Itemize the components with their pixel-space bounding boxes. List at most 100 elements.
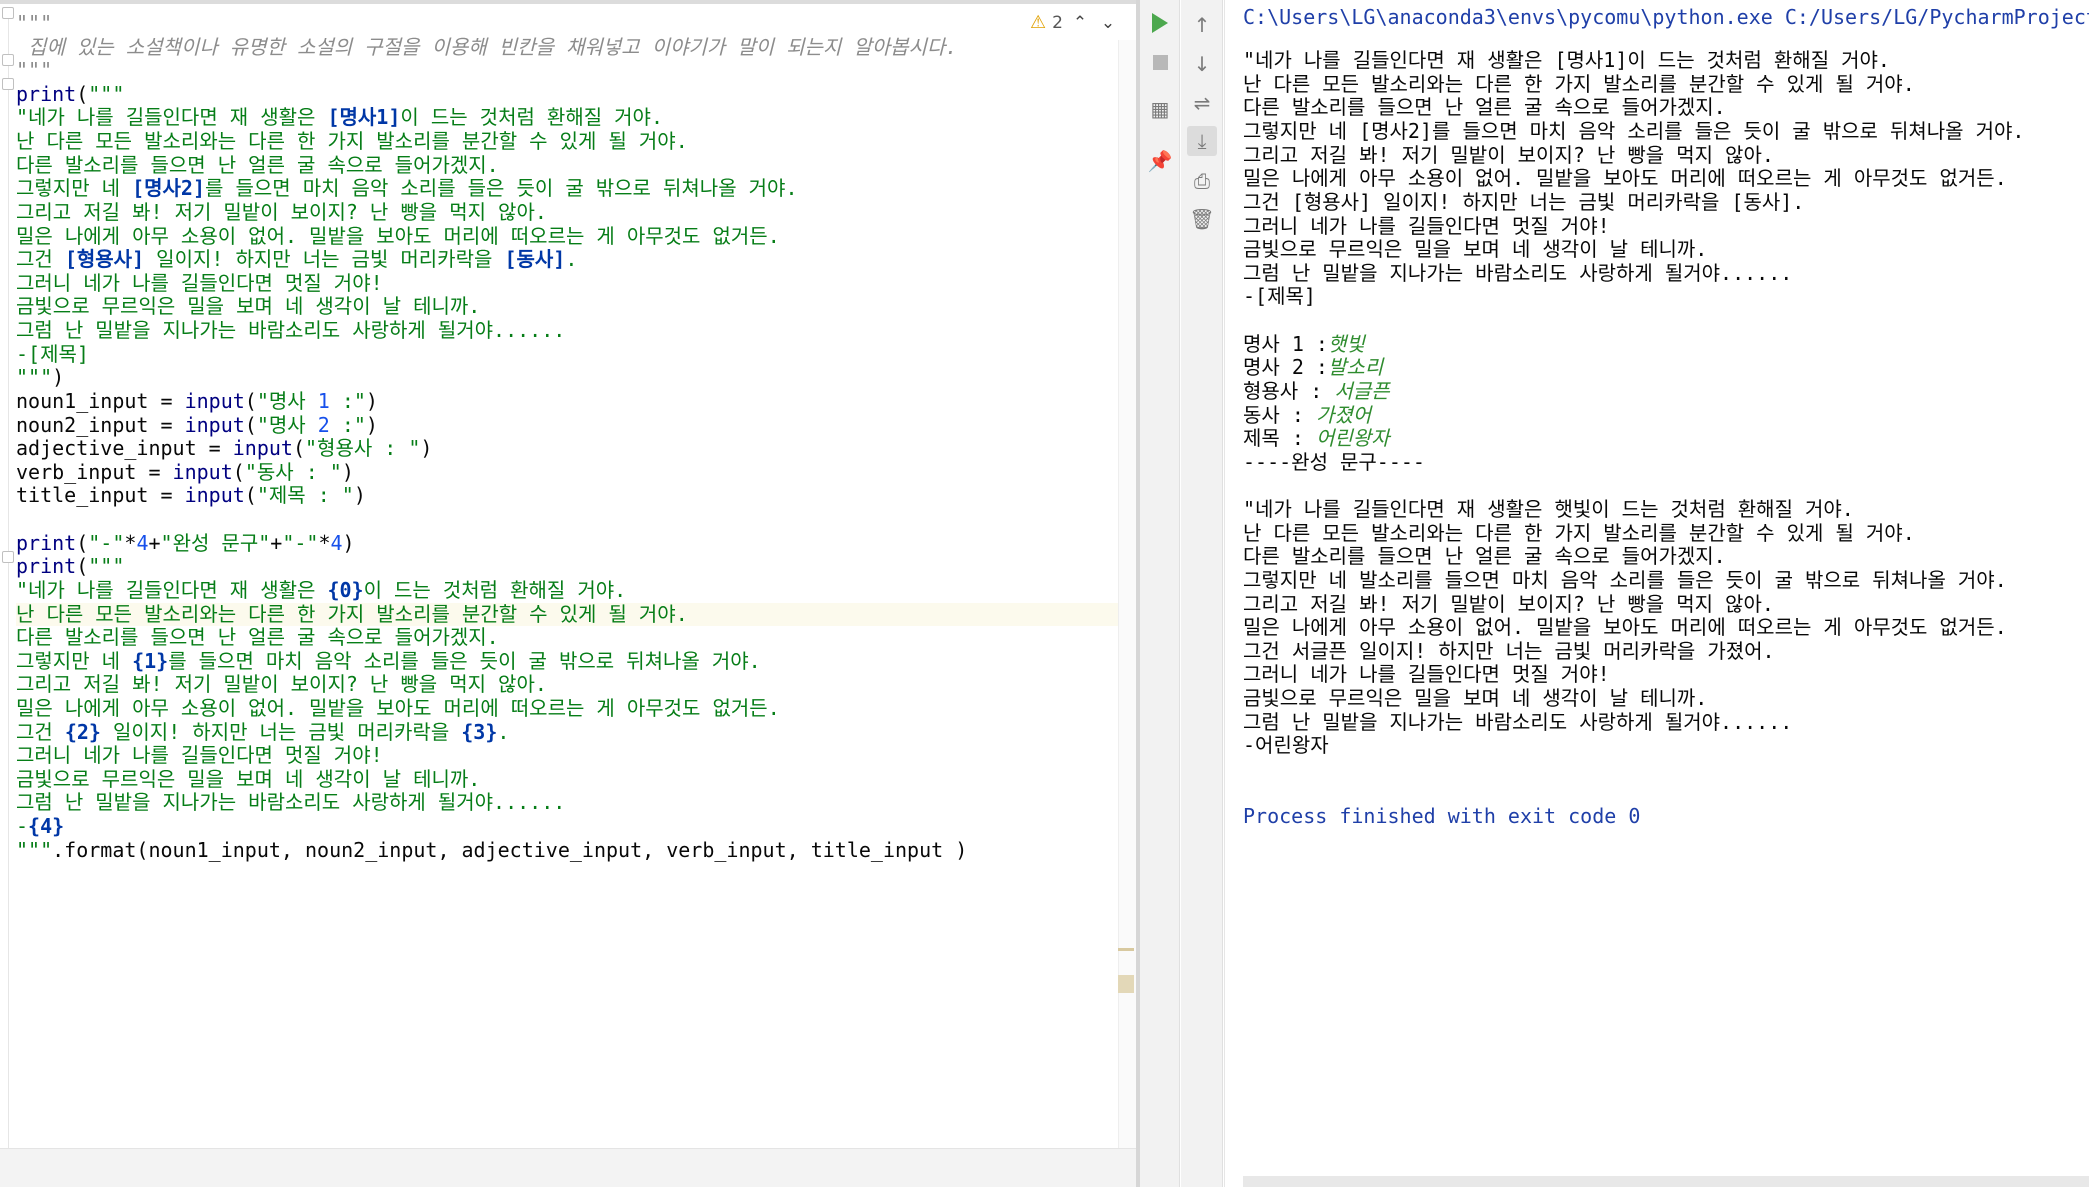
code-line[interactable]: -[제목] [16, 342, 1128, 367]
editor-horizontal-scrollbar[interactable] [0, 1148, 1136, 1187]
code-line[interactable]: 금빛으로 무르익은 밀을 보며 네 생각이 날 테니까. [16, 295, 1128, 319]
code-line[interactable] [16, 508, 1128, 532]
code-token: 그건 [16, 247, 65, 272]
code-token: {4} [28, 814, 65, 839]
code-line[interactable]: 그리고 저길 봐! 저기 밀밭이 보이지? 난 빵을 먹지 않아. [16, 199, 1128, 225]
code-line[interactable]: 난 다른 모든 발소리와는 다른 한 가지 발소리를 분간할 수 있게 될 거야… [16, 601, 1128, 627]
inspection-widget[interactable]: ⚠ 2 ⌃ ⌄ [1030, 12, 1119, 33]
fold-marker-icon[interactable] [2, 78, 14, 90]
code-token: ) [420, 436, 433, 461]
editor-vertical-scrollbar[interactable] [1118, 40, 1136, 1187]
code-editor[interactable]: """ 집에 있는 소설책이나 유명한 소설의 구절을 이용해 빈칸을 채워넣고… [0, 0, 1136, 1187]
code-token: [동사] [504, 247, 566, 272]
code-line[interactable]: noun1_input = input("명사 1 :") [16, 388, 1128, 414]
code-token: 그리고 저길 봐! 저기 밀밭이 보이지? 난 빵을 먹지 않아. [16, 672, 547, 697]
console-output-line: 난 다른 모든 발소리와는 다른 한 가지 발소리를 분간할 수 있게 될 거야… [1243, 520, 1915, 545]
code-token: "네가 나를 길들인다면 재 생활은 [16, 577, 328, 602]
inspection-count: 2 [1052, 12, 1063, 33]
stop-icon[interactable] [1145, 47, 1175, 77]
code-line[interactable]: title_input = input("제목 : ") [16, 484, 1128, 508]
code-token: 밀은 나에게 아무 소용이 없어. 밀밭을 보아도 머리에 떠오르는 게 아무것… [16, 223, 780, 248]
code-line[interactable]: -{4} [16, 814, 1128, 839]
code-line[interactable]: noun2_input = input("명사 2 :") [16, 412, 1128, 438]
console-input-prompt: 형용사 : 서글픈 [1243, 379, 1390, 404]
code-line[interactable]: print(""" [16, 554, 1128, 579]
up-arrow-icon[interactable]: ↑ [1187, 10, 1217, 40]
code-token: 난 다른 모든 발소리와는 다른 한 가지 발소리를 분간할 수 있게 될 거야… [16, 129, 688, 154]
code-token: ( [244, 412, 257, 437]
console-output-line: 그러니 네가 나를 길들인다면 멋질 거야! [1243, 662, 1610, 687]
code-line[interactable]: 그럼 난 밀밭을 지나가는 바람소리도 사랑하게 될거야...... [16, 791, 1128, 815]
code-line[interactable]: """.format(noun1_input, noun2_input, adj… [16, 838, 1128, 863]
code-line[interactable]: 그럼 난 밀밭을 지나가는 바람소리도 사랑하게 될거야...... [16, 318, 1128, 343]
code-line[interactable]: print("-"*4+"완성 문구"+"-"*4) [16, 530, 1128, 556]
code-token: "제목 : " [256, 483, 354, 508]
previous-highlight-icon[interactable]: ⌃ [1069, 13, 1091, 33]
code-line[interactable]: 집에 있는 소설책이나 유명한 소설의 구절을 이용해 빈칸을 채워넣고 이야기… [16, 34, 1128, 60]
code-token: input [232, 436, 293, 461]
code-line[interactable]: 다른 발소리를 들으면 난 얼른 굴 속으로 들어가겠지. [16, 153, 1128, 178]
console-output-line: 그리고 저길 봐! 저기 밀밭이 보이지? 난 빵을 먹지 않아. [1243, 591, 1774, 616]
soft-wrap-icon[interactable]: ⇌ [1187, 88, 1217, 118]
code-line[interactable]: 그렇지만 네 [명사2]를 들으면 마치 음악 소리를 들은 듯이 굴 밖으로 … [16, 177, 1128, 201]
code-token: 2 [317, 412, 330, 437]
next-highlight-icon[interactable]: ⌄ [1097, 13, 1119, 33]
run-icon[interactable] [1145, 8, 1175, 38]
code-token: + [148, 530, 161, 555]
code-line[interactable]: 그러니 네가 나를 길들인다면 멋질 거야! [16, 271, 1128, 296]
code-token: 그럼 난 밀밭을 지나가는 바람소리도 사랑하게 될거야...... [16, 318, 566, 343]
code-line[interactable]: 그건 {2} 일이지! 하지만 너는 금빛 머리카락을 {3}. [16, 719, 1128, 745]
fold-marker-icon[interactable] [2, 54, 14, 66]
process-exit-message: Process finished with exit code 0 [1243, 804, 1641, 829]
code-line[interactable]: 밀은 나에게 아무 소용이 없어. 밀밭을 보아도 머리에 떠오르는 게 아무것… [16, 223, 1128, 249]
code-line[interactable]: adjective_input = input("형용사 : ") [16, 436, 1128, 461]
code-line[interactable]: print(""" [16, 82, 1128, 107]
layout-icon[interactable]: ▦ [1145, 94, 1175, 124]
code-line[interactable]: """ [16, 58, 1128, 83]
down-arrow-icon[interactable]: ↓ [1187, 49, 1217, 79]
code-token: 4 [136, 530, 149, 555]
code-line[interactable]: """ [16, 11, 1128, 36]
code-token: * [124, 530, 137, 555]
console-output-line: 밀은 나에게 아무 소용이 없어. 밀밭을 보아도 머리에 떠오르는 게 아무것… [1243, 166, 2007, 191]
print-icon[interactable]: ⎙ [1187, 166, 1217, 196]
code-token: 그리고 저길 봐! 저기 밀밭이 보이지? 난 빵을 먹지 않아. [16, 199, 547, 224]
code-line[interactable]: """) [16, 365, 1128, 390]
code-token: 일이지! 하지만 너는 금빛 머리카락을 [100, 719, 462, 744]
code-token: "네가 나를 길들인다면 재 생활은 [16, 105, 328, 130]
code-line[interactable]: verb_input = input("동사 : ") [16, 459, 1128, 485]
code-token: ( [76, 554, 89, 579]
code-line[interactable]: 난 다른 모든 발소리와는 다른 한 가지 발소리를 분간할 수 있게 될 거야… [16, 129, 1128, 154]
code-token: "동사 : " [244, 459, 342, 484]
console-output-line: "네가 나를 길들인다면 재 생활은 [명사1]이 드는 것처럼 환해질 거야. [1243, 48, 1890, 73]
console-output-line: 다른 발소리를 들으면 난 얼른 굴 속으로 들어가겠지. [1243, 95, 1726, 120]
code-line[interactable]: "네가 나를 길들인다면 재 생활은 [명사1]이 드는 것처럼 환해질 거야. [16, 106, 1128, 130]
fold-marker-icon[interactable] [2, 7, 14, 19]
code-token: 집에 있는 소설책이나 유명한 소설의 구절을 이용해 빈칸을 채워넣고 이야기… [16, 34, 958, 59]
code-line[interactable]: 금빛으로 무르익은 밀을 보며 네 생각이 날 테니까. [16, 767, 1128, 792]
editor-top-border [0, 0, 1136, 4]
scroll-to-end-icon[interactable]: ⤓ [1187, 126, 1217, 156]
code-token: 난 다른 모든 발소리와는 다른 한 가지 발소리를 분간할 수 있게 될 거야… [16, 601, 688, 626]
console-output-line: 난 다른 모든 발소리와는 다른 한 가지 발소리를 분간할 수 있게 될 거야… [1243, 71, 1915, 96]
code-token: ( [232, 459, 245, 484]
run-console[interactable]: C:\Users\LG\anaconda3\envs\pycomu\python… [1224, 0, 2089, 1187]
code-token: {2} [64, 719, 101, 744]
code-line[interactable]: 그렇지만 네 {1}를 들으면 마치 음악 소리를 들은 듯이 굴 밖으로 뒤쳐… [16, 649, 1128, 674]
code-token: 4 [330, 530, 343, 555]
pin-icon[interactable]: 📌 [1145, 146, 1175, 176]
code-token: ( [244, 483, 257, 508]
code-line[interactable]: 그러니 네가 나를 길들인다면 멋질 거야! [16, 743, 1128, 768]
code-line[interactable]: 다른 발소리를 들으면 난 얼른 굴 속으로 들어가겠지. [16, 625, 1128, 650]
code-line[interactable]: 밀은 나에게 아무 소용이 없어. 밀밭을 보아도 머리에 떠오르는 게 아무것… [16, 696, 1128, 721]
code-line[interactable]: 그건 [형용사] 일이지! 하지만 너는 금빛 머리카락을 [동사]. [16, 247, 1128, 272]
code-token: 일이지! 하지만 너는 금빛 머리카락을 [144, 247, 505, 272]
trash-icon[interactable]: 🗑 [1187, 204, 1217, 234]
code-token: {0} [327, 577, 364, 602]
console-horizontal-scrollbar[interactable] [1243, 1176, 2089, 1187]
fold-marker-icon[interactable] [2, 551, 14, 563]
code-line[interactable]: 그리고 저길 봐! 저기 밀밭이 보이지? 난 빵을 먹지 않아. [16, 673, 1128, 697]
code-token: :" [329, 388, 366, 413]
scrollbar-thumb[interactable] [1118, 975, 1134, 993]
code-line[interactable]: "네가 나를 길들인다면 재 생활은 {0}이 드는 것처럼 환해질 거야. [16, 577, 1128, 603]
